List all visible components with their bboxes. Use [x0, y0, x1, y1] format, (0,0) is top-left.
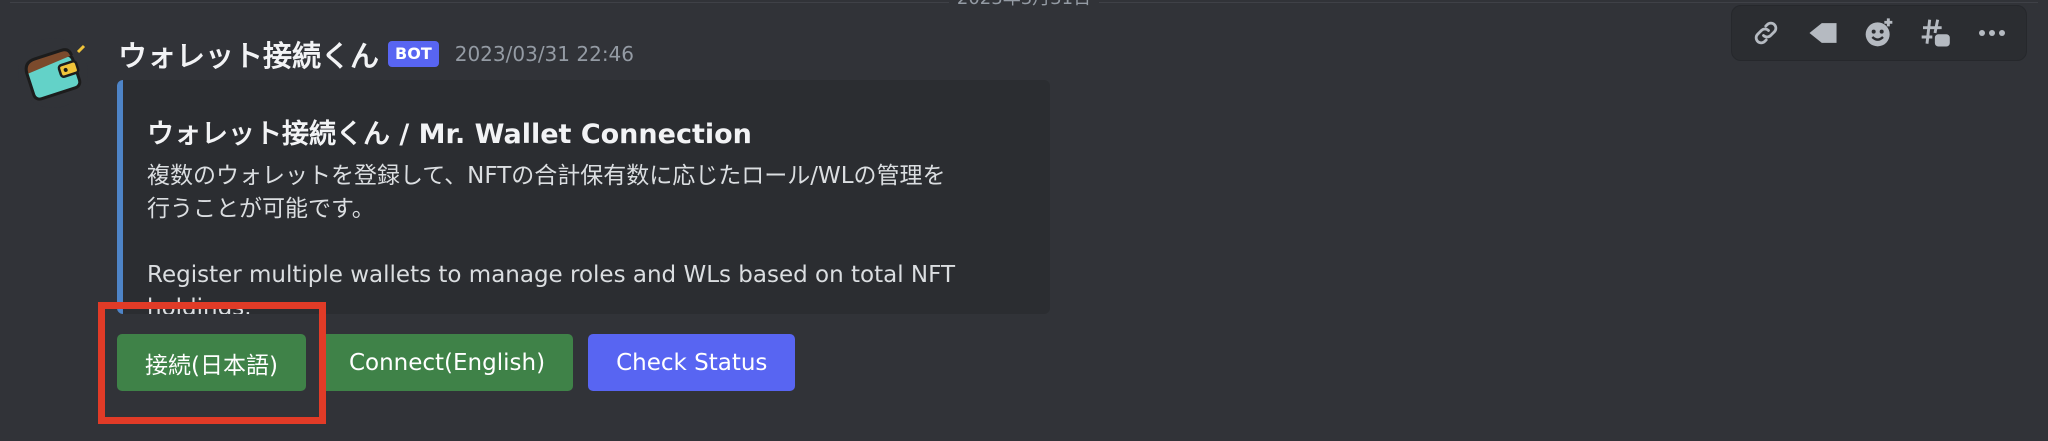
embed: ウォレット接続くん / Mr. Wallet Connection 複数のウォレ… — [117, 80, 1050, 314]
connect-english-button[interactable]: Connect(English) — [320, 334, 574, 391]
highlight-box — [98, 302, 326, 424]
message-toolbar — [1731, 5, 2027, 61]
date-divider-label: 2023年3月31日 — [948, 0, 1100, 10]
create-thread-icon[interactable] — [1913, 11, 1957, 55]
username[interactable]: ウォレット接続くん — [118, 33, 379, 75]
wallet-icon — [24, 44, 86, 101]
embed-desc-ja-line2: 行うことが可能です。 — [147, 196, 375, 222]
avatar[interactable] — [18, 38, 88, 108]
link-icon[interactable] — [1744, 11, 1788, 55]
more-icon[interactable] — [1970, 11, 2014, 55]
embed-title: ウォレット接続くん / Mr. Wallet Connection — [147, 119, 752, 150]
check-status-button[interactable]: Check Status — [588, 334, 796, 391]
embed-accent-bar — [117, 80, 123, 314]
add-reaction-icon[interactable] — [1857, 11, 1901, 55]
timestamp[interactable]: 2023/03/31 22:46 — [455, 42, 634, 66]
reply-icon[interactable] — [1801, 11, 1845, 55]
bot-badge: BOT — [388, 41, 439, 67]
embed-description: 複数のウォレットを登録して、NFTの合計保有数に応じたロール/WLの管理を 行う… — [147, 160, 1037, 314]
message-header: ウォレット接続くん BOT 2023/03/31 22:46 — [118, 34, 634, 74]
embed-desc-ja-line1: 複数のウォレットを登録して、NFTの合計保有数に応じたロール/WLの管理を — [147, 163, 946, 189]
